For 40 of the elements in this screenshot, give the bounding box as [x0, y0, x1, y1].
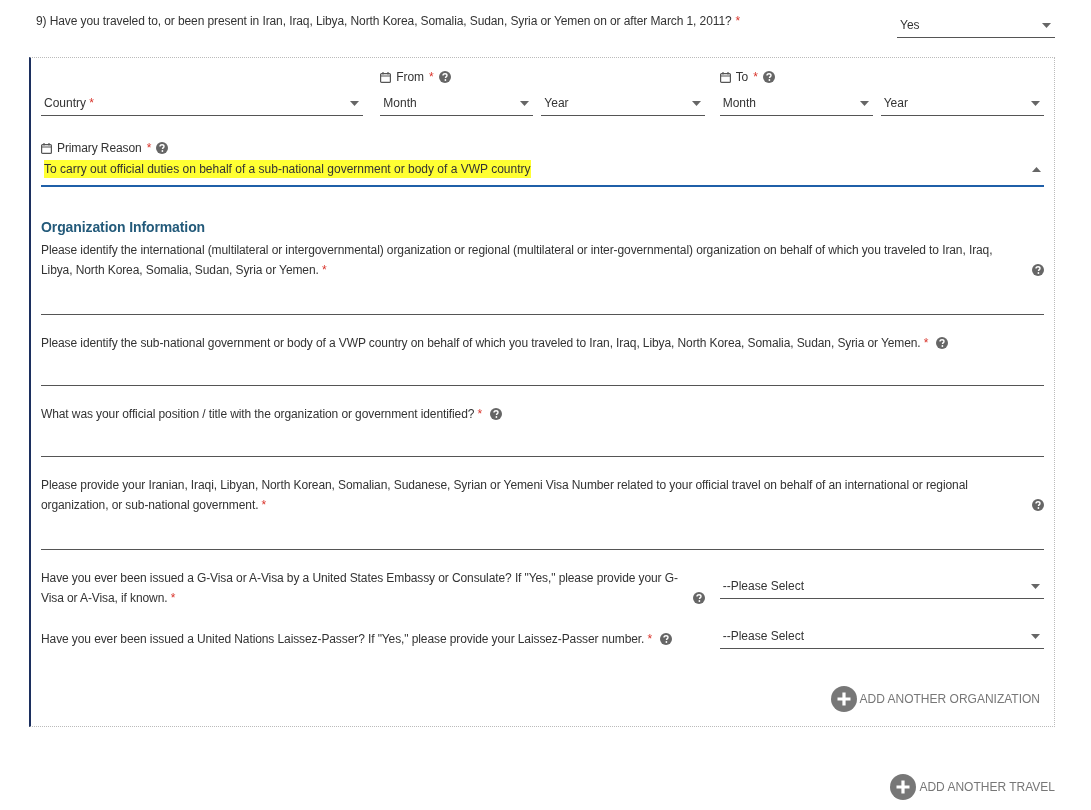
field-label: To: [735, 69, 749, 86]
help-icon: [692, 592, 705, 604]
help-icon: [156, 142, 169, 154]
caret-icon: [691, 100, 701, 106]
add-organization-button[interactable]: ADD ANOTHER ORGANIZATION: [830, 686, 1040, 712]
caret-icon: [1042, 22, 1051, 28]
help-icon: [1032, 264, 1044, 276]
question-text: Please provide your Iranian, Iraqi, Libyan, North Korean, Somalian, Sudanese, Syrian or Yemeni Visa Number related to your official travel on behalf of an international or regional organization, or sub-national government. *: [41, 477, 969, 514]
help-icon: [762, 71, 775, 83]
help-icon: [438, 71, 451, 83]
plus-circle-icon: [830, 686, 857, 712]
add-travel-button[interactable]: ADD ANOTHER TRAVEL: [890, 774, 1055, 800]
plus-circle-icon: [890, 774, 917, 800]
caret-icon: [1031, 633, 1040, 639]
required-mark: *: [146, 140, 152, 157]
caret-icon: [520, 100, 530, 106]
help-icon: [1032, 499, 1044, 511]
help-icon: [660, 633, 673, 645]
caret-icon: [1031, 583, 1040, 589]
section-heading: Organization Information: [41, 218, 207, 237]
caret-icon: [859, 100, 869, 106]
help-icon: [490, 408, 503, 420]
required-mark: *: [753, 69, 758, 86]
caret-icon: [1031, 100, 1040, 106]
question-text: Have you ever been issued a G-Visa or A-Visa by a United States Embassy or Consulate? If "Yes," please provide your G-Visa or A-Visa, if known. *: [41, 570, 679, 607]
help-icon: [936, 337, 949, 349]
calendar-icon: [41, 142, 52, 154]
caret-icon: [350, 100, 360, 106]
question-text: What was your official position / title with the organization or government identified? *: [41, 406, 483, 423]
required-mark: *: [428, 69, 434, 86]
question-text: 9) Have you traveled to, or been present in Iran, Iraq, Libya, North Korea, Somalia, Sudan, Syria or Yemen on or after March 1, 2011?: [36, 13, 732, 30]
primary-reason-dropdown[interactable]: To carry out official duties on behalf of a sub-national government or body of a VWP country: [41, 157, 1044, 187]
field-label: From: [396, 69, 424, 86]
calendar-icon: [380, 71, 392, 83]
question-text: Have you ever been issued a United Nations Laissez-Passer? If "Yes," please provide your Laissez-Passer number. *: [41, 631, 653, 648]
calendar-icon: [719, 71, 731, 83]
field-label: Primary Reason: [57, 140, 142, 157]
question-text: Please identify the sub-national government or body of a VWP country on behalf of which you traveled to Iran, Iraq, Libya, North Korea, Somalia, Sudan, Syria or Yemen. *: [41, 335, 929, 352]
question-text: Please identify the international (multilateral or intergovernmental) organization or regional (multilateral or inter-governmental) organization on behalf of which you traveled to Iran, Iraq, Libya, North Korea, Somalia, Sudan, Syria or Yemen. *: [41, 242, 994, 279]
required-mark: *: [735, 13, 741, 30]
